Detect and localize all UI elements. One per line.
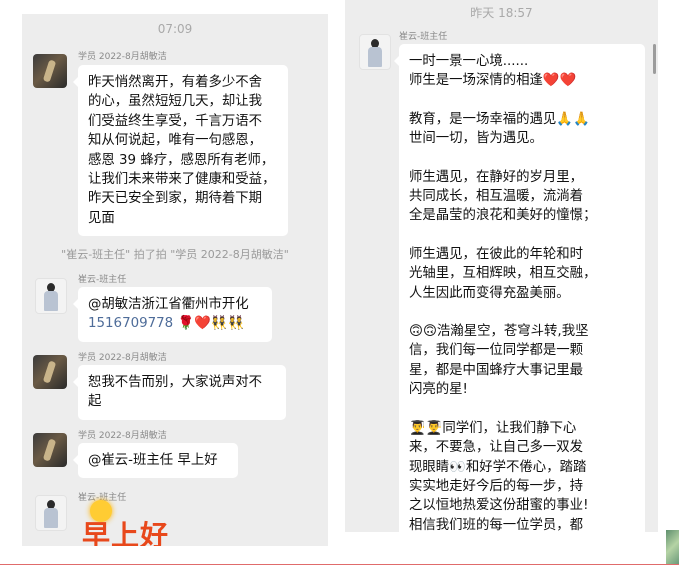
message-line: 教育，是一场幸福的遇见🙏🙏 <box>409 111 590 127</box>
edge-thumbnail <box>666 530 679 564</box>
sender-name: 学员 2022-8月胡敏洁 <box>78 431 167 441</box>
message-line: @崔云-班主任 早上好 <box>88 453 218 468</box>
message-line: 师生遇见，在静好的岁月里， <box>409 169 584 185</box>
system-notice: "崔云-班主任" 拍了拍 "学员 2022-8月胡敏洁" <box>61 248 289 261</box>
message-line: 星，都是中国蜂疗大事记里最 <box>409 362 584 378</box>
message-line: 现眼睛👀和好学不倦心，踏踏 <box>409 459 587 475</box>
scrollbar[interactable] <box>653 44 656 74</box>
message-line: 世间一切，皆为遇见。 <box>409 131 543 147</box>
emoji-group: 🌹❤️👯👯 <box>177 316 245 332</box>
message-line: 让我们未来带来了健康和受益， <box>88 172 276 188</box>
message-line: 全是晶莹的浪花和美好的憧憬； <box>409 208 597 224</box>
message-line: 们受益终生享受，千言万语不 <box>88 113 263 129</box>
sender-name: 崔云-班主任 <box>399 32 448 42</box>
sender-name: 学员 2022-8月胡敏洁 <box>78 353 167 363</box>
sender-name: 学员 2022-8月胡敏洁 <box>78 52 167 62</box>
message-line: @胡敏洁浙江省衢州市开化 <box>88 297 249 312</box>
message-line: 👨‍🎓👨‍🎓同学们，让我们静下心 <box>409 420 577 436</box>
student-avatar[interactable] <box>33 54 67 88</box>
message-line: 实实地走好今后的每一步，持 <box>409 478 584 494</box>
message-bubble[interactable]: 恕我不告而别，大家说声对不 起 <box>73 365 286 420</box>
sender-name: 崔云-班主任 <box>78 275 127 285</box>
message-line: 昨天已安全到家，期待着下期 <box>88 191 263 207</box>
right-chat-panel: 昨天 18:57 崔云-班主任 一时一景一心境...... 师生是一场深情的相逢… <box>345 0 658 532</box>
message-line: 起 <box>88 394 102 410</box>
message-bubble[interactable]: @胡敏洁浙江省衢州市开化 1516709778 🌹❤️👯👯 <box>73 287 272 342</box>
message-line: 昨天悄然离开，有着多少不舍 <box>88 75 263 90</box>
sticker-text: 早上好 <box>82 519 170 546</box>
message-line: 知从何说起，唯有一句感恩， <box>88 133 263 149</box>
message-bubble[interactable]: @崔云-班主任 早上好 <box>73 443 238 479</box>
message-line: 信，我们每一位同学都是一颗 <box>409 343 584 359</box>
message-line: 师生是一场深情的相逢❤️❤️ <box>409 73 577 89</box>
left-chat-panel: 07:09 学员 2022-8月胡敏洁 昨天悄然离开，有着多少不舍 的心，虽然短… <box>22 14 328 546</box>
teacher-avatar[interactable] <box>35 495 67 531</box>
message-line: 来，不要急，让自己多一双发 <box>409 440 584 456</box>
message-line: 恕我不告而别，大家说声对不 <box>88 375 263 390</box>
message-bubble[interactable]: 一时一景一心境...... 师生是一场深情的相逢❤️❤️ 教育，是一场幸福的遇见… <box>394 44 645 532</box>
divider-line <box>0 564 679 565</box>
teacher-avatar[interactable] <box>359 34 391 70</box>
message-line: 师生遇见，在彼此的年轮和时 <box>409 246 584 262</box>
timestamp: 昨天 18:57 <box>470 6 533 20</box>
message-line: 光轴里，互相辉映，相互交融， <box>409 266 597 282</box>
good-morning-sticker[interactable]: 早上好 <box>80 496 190 546</box>
message-line: 1516709778 🌹❤️👯👯 <box>88 314 262 333</box>
student-avatar[interactable] <box>33 355 67 389</box>
message-bubble[interactable]: 昨天悄然离开，有着多少不舍 的心，虽然短短几天，却让我 们受益终生享受，千言万语… <box>73 65 288 237</box>
message-line: 的心，虽然短短几天，却让我 <box>88 94 263 110</box>
message-line: 共同成长，相互温暖，流淌着 <box>409 189 584 205</box>
teacher-avatar[interactable] <box>35 278 67 314</box>
timestamp: 07:09 <box>157 22 193 36</box>
message-line: 一时一景一心境...... <box>409 54 529 69</box>
message-line: 感恩 39 蜂疗，感恩所有老师， <box>88 152 275 168</box>
message-line: 闪亮的星! <box>409 382 468 398</box>
message-line: 之以恒地热爱这份甜蜜的事业! <box>409 498 589 514</box>
message-line: 相信我们班的每一位学员，都 <box>409 517 584 532</box>
message-line: 见面 <box>88 210 115 226</box>
phone-link[interactable]: 1516709778 <box>88 316 173 331</box>
message-line: 人生因此而变得充盈美丽。 <box>409 285 570 301</box>
student-avatar[interactable] <box>33 433 67 467</box>
message-line: 🙃🙃浩瀚星空，苍穹斗转,我坚 <box>409 324 589 340</box>
